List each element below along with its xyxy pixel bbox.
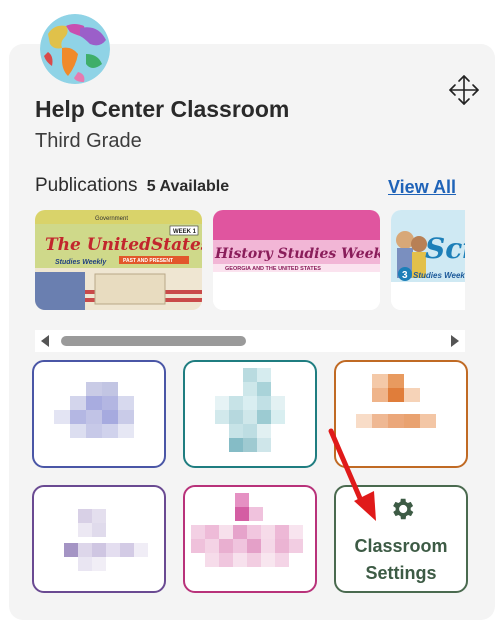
app-tile-4[interactable]	[32, 485, 166, 593]
pub3-num: 3	[402, 270, 408, 281]
publications-label: Publications	[35, 175, 138, 196]
view-all-link[interactable]: View All	[388, 177, 456, 198]
move-icon[interactable]	[447, 73, 481, 107]
app-tile-5[interactable]	[183, 485, 317, 593]
pub3-brand: Studies Weekly	[413, 271, 465, 280]
classroom-settings-button[interactable]: Classroom Settings	[334, 485, 468, 593]
classroom-grade: Third Grade	[35, 130, 142, 152]
settings-label-line2: Settings	[365, 563, 437, 583]
classroom-settings-label: Classroom Settings	[336, 533, 466, 587]
app-tile-1[interactable]	[32, 360, 166, 468]
gear-icon	[393, 498, 414, 520]
pub1-tag: PAST AND PRESENT	[123, 258, 173, 264]
app-tile-2[interactable]	[183, 360, 317, 468]
pub1-brand: Studies Weekly	[55, 259, 107, 266]
publication-card-history[interactable]: History Studies Weekly GEORGIA AND THE U…	[213, 210, 380, 310]
app-tile-3[interactable]	[334, 360, 468, 468]
publications-heading: Publications 5 Available	[35, 175, 229, 197]
pub2-sub: GEORGIA AND THE UNITED STATES	[225, 266, 321, 272]
pub2-banner: History Studies Weekly	[214, 246, 380, 262]
publication-card-science[interactable]: Sci 3 Studies Weekly	[391, 210, 465, 310]
publications-carousel: Government WEEK 1 The UnitedStates Studi…	[35, 210, 465, 312]
pub1-top-text: Government	[95, 216, 128, 222]
globe-avatar-icon	[40, 14, 110, 84]
publications-count: 5 Available	[146, 178, 230, 195]
publications-scrollbar[interactable]	[35, 330, 465, 352]
settings-label-line1: Classroom	[354, 536, 448, 556]
scroll-left-arrow-icon[interactable]	[41, 335, 49, 347]
classroom-title: Help Center Classroom	[35, 96, 290, 122]
scroll-right-arrow-icon[interactable]	[451, 335, 459, 347]
scroll-thumb[interactable]	[61, 336, 246, 346]
pub1-banner: The UnitedStates	[45, 235, 202, 255]
publication-card-united-states[interactable]: Government WEEK 1 The UnitedStates Studi…	[35, 210, 202, 310]
pub3-banner: Sci	[425, 232, 465, 265]
